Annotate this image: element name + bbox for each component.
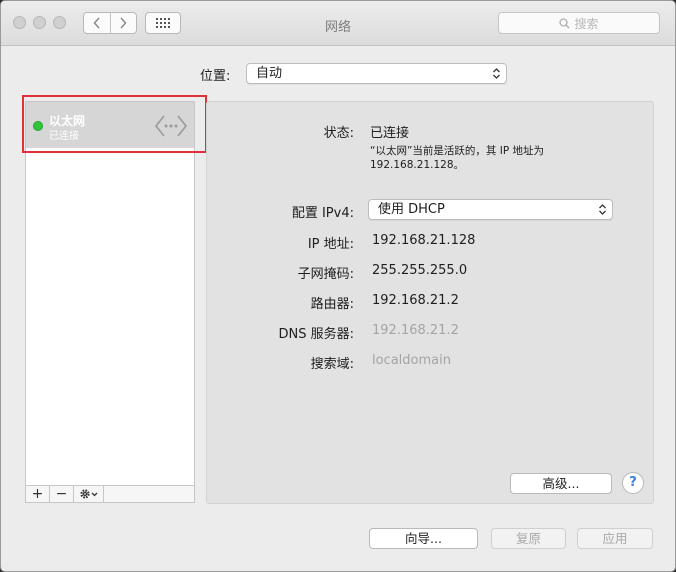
status-label: 状态:	[323, 126, 354, 141]
configure-ipv4-value: 使用 DHCP	[378, 202, 445, 217]
ip-address-value: 192.168.21.128	[372, 233, 476, 248]
help-button[interactable]: ?	[622, 472, 644, 494]
service-actions-button[interactable]	[74, 486, 104, 502]
apply-button[interactable]: 应用	[577, 528, 653, 549]
search-domain-value: localdomain	[372, 353, 451, 368]
network-preferences-window: 网络 搜索 位置: 自动 以太网 已连接 + − 状态: 已连接 “以太网”当前…	[0, 0, 676, 572]
location-value: 自动	[256, 66, 283, 81]
assist-me-button[interactable]: 向导...	[369, 528, 478, 549]
subnet-mask-value: 255.255.255.0	[372, 263, 468, 278]
search-icon	[559, 17, 570, 28]
status-description-line1: “以太网”当前是活跃的，其 IP 地址为	[370, 145, 544, 157]
gear-icon	[79, 489, 97, 499]
service-list: 以太网 已连接	[25, 101, 195, 486]
status-value: 已连接	[370, 126, 410, 141]
ip-address-label: IP 地址:	[307, 237, 354, 252]
title-bar: 网络 搜索	[1, 1, 675, 46]
revert-button[interactable]: 复原	[491, 528, 566, 549]
location-label: 位置:	[200, 69, 231, 84]
location-popup[interactable]: 自动	[246, 63, 507, 84]
configure-ipv4-popup[interactable]: 使用 DHCP	[368, 199, 613, 220]
add-service-button[interactable]: +	[26, 486, 50, 502]
updown-arrows-icon	[493, 68, 500, 79]
status-description-line2: 192.168.21.128。	[370, 159, 464, 171]
subnet-mask-label: 子网掩码:	[297, 267, 354, 282]
router-value: 192.168.21.2	[372, 293, 459, 308]
router-label: 路由器:	[310, 297, 354, 312]
updown-arrows-icon	[599, 204, 606, 215]
search-domain-label: 搜索域:	[310, 357, 354, 372]
selection-highlight-annotation	[22, 95, 207, 153]
search-field[interactable]: 搜索	[498, 12, 660, 34]
dns-server-label: DNS 服务器:	[278, 327, 355, 342]
configure-ipv4-label: 配置 IPv4:	[291, 206, 354, 221]
search-placeholder: 搜索	[574, 16, 599, 31]
status-description: “以太网”当前是活跃的，其 IP 地址为 192.168.21.128。	[370, 144, 544, 172]
advanced-button[interactable]: 高级...	[510, 473, 612, 494]
remove-service-button[interactable]: −	[50, 486, 74, 502]
dns-server-value: 192.168.21.2	[372, 323, 459, 338]
service-list-toolbar: + −	[25, 485, 195, 503]
